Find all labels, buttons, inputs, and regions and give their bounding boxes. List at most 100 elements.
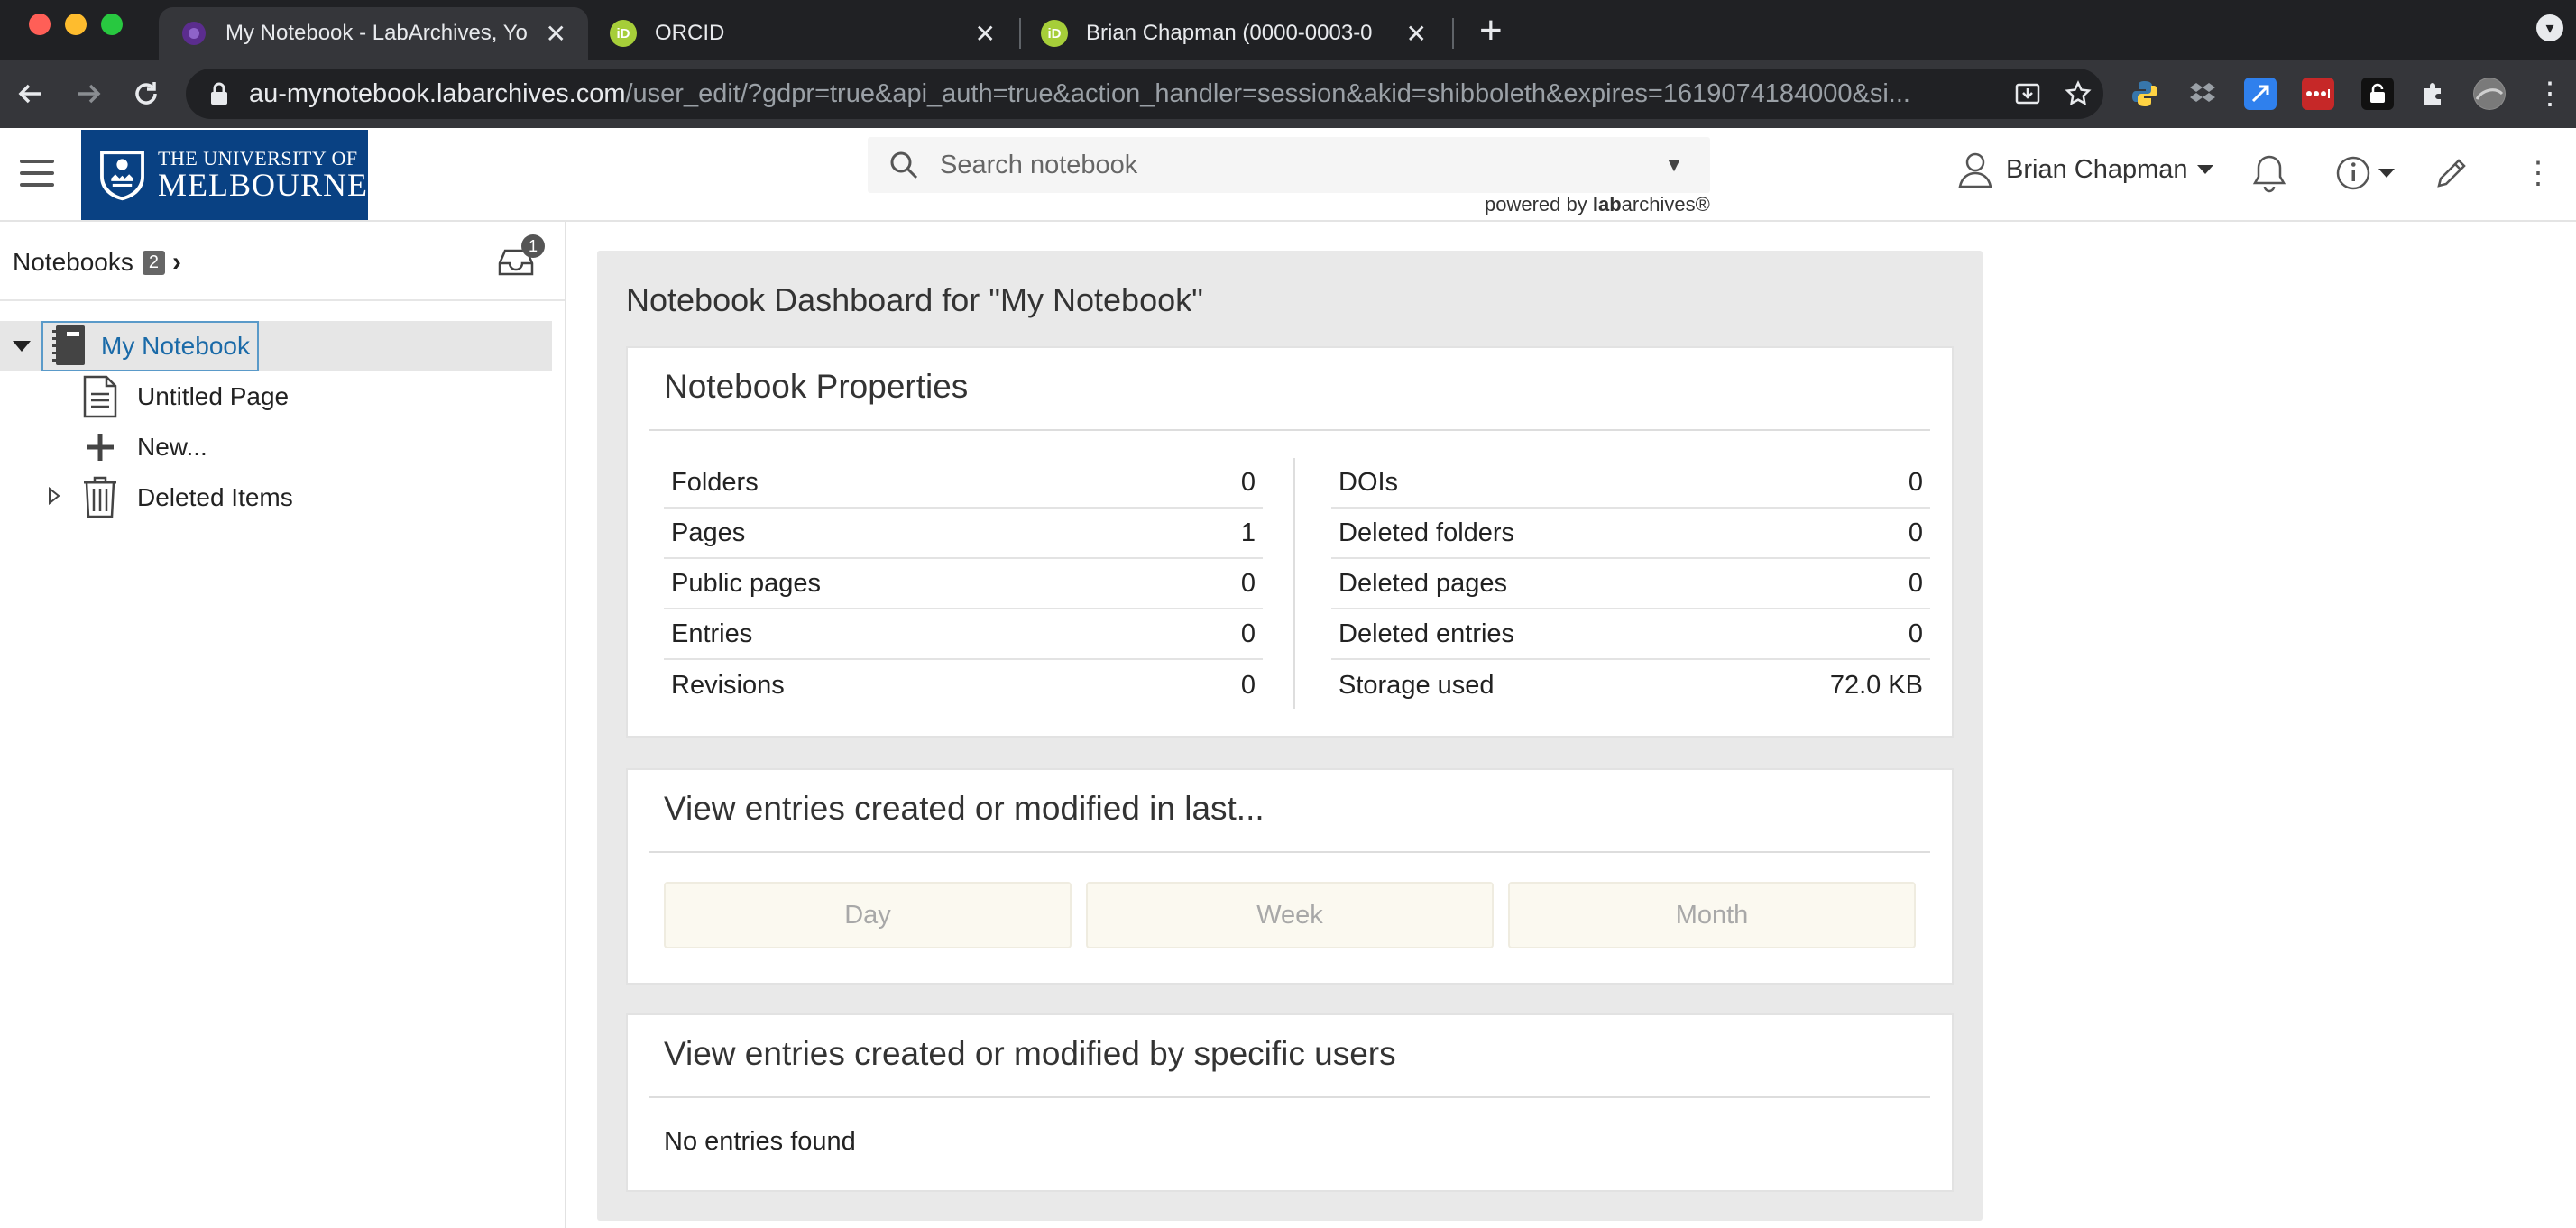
dropbox-extension-icon[interactable]	[2186, 78, 2219, 110]
card-divider	[649, 429, 1930, 431]
property-label: Entries	[671, 619, 753, 648]
back-arrow-icon[interactable]	[11, 74, 51, 114]
inbox-count-badge: 1	[521, 234, 545, 258]
property-row: Deleted folders 0	[1331, 509, 1930, 559]
property-value: 0	[1908, 568, 1923, 598]
university-logo[interactable]: THE UNIVERSITY OF MELBOURNE	[81, 130, 368, 220]
more-options-icon[interactable]: ⋮	[2516, 151, 2560, 195]
property-label: Deleted entries	[1339, 619, 1515, 648]
new-tab-icon[interactable]: +	[1479, 11, 1503, 50]
property-label: Deleted folders	[1339, 518, 1515, 547]
expand-triangle-icon[interactable]	[43, 485, 65, 507]
powered-lab: lab	[1592, 193, 1622, 215]
property-value: 0	[1240, 568, 1256, 598]
page-document-icon	[83, 375, 117, 418]
install-app-icon[interactable]	[2002, 69, 2053, 119]
collapse-triangle-icon[interactable]	[11, 335, 32, 357]
labarchives-favicon-icon	[180, 20, 207, 47]
property-row: Revisions 0	[664, 660, 1263, 710]
search-icon[interactable]	[868, 150, 940, 180]
help-info-icon[interactable]	[2332, 151, 2397, 195]
tree-item-deleted-items[interactable]: Deleted Items	[81, 474, 293, 521]
notebooks-header: Notebooks 2 › 1	[0, 222, 565, 301]
tab-close-icon[interactable]: ✕	[975, 19, 996, 49]
help-dropdown-caret-icon	[2378, 169, 2395, 178]
edit-pencil-icon[interactable]	[2430, 151, 2473, 195]
property-value: 72.0 KB	[1829, 670, 1923, 700]
resize-extension-icon[interactable]	[2244, 78, 2277, 110]
property-label: Pages	[671, 518, 746, 547]
tab-search-chevron-icon[interactable]: ▾	[2536, 14, 2563, 41]
search-options-dropdown-icon[interactable]: ▼	[1638, 153, 1710, 177]
notifications-bell-icon[interactable]	[2248, 151, 2291, 195]
browser-toolbar: au-mynotebook.labarchives.com/user_edit/…	[0, 60, 2576, 128]
tree-item-untitled-page[interactable]: Untitled Page	[81, 373, 289, 420]
property-label: Revisions	[671, 670, 785, 700]
property-row: DOIs 0	[1331, 458, 1930, 509]
user-menu[interactable]: Brian Chapman	[1955, 150, 2213, 189]
user-icon	[1958, 152, 1992, 188]
property-label: Folders	[671, 467, 759, 497]
tab-close-icon[interactable]: ✕	[1406, 19, 1427, 49]
property-value: 0	[1908, 619, 1923, 648]
logo-line-2: MELBOURNE	[158, 166, 368, 203]
property-row: Storage used 72.0 KB	[1331, 660, 1930, 710]
card-title: Notebook Properties	[664, 368, 969, 405]
forward-arrow-icon[interactable]	[69, 74, 108, 114]
browser-tab-my-notebook[interactable]: My Notebook - LabArchives, Yo ✕	[159, 7, 588, 60]
dashboard-title: Notebook Dashboard for "My Notebook"	[626, 281, 1203, 318]
tab-title: ORCID	[655, 21, 725, 45]
tab-title: Brian Chapman (0000-0003-0	[1086, 21, 1373, 45]
trash-icon	[84, 476, 116, 518]
browser-tab-orcid[interactable]: iD ORCID ✕	[588, 7, 1017, 60]
card-title: View entries created or modified by spec…	[664, 1035, 1396, 1072]
powered-suffix: archives®	[1621, 193, 1710, 215]
period-month-button[interactable]: Month	[1508, 882, 1916, 948]
password-manager-extension-icon[interactable]	[2361, 78, 2394, 110]
lock-icon[interactable]	[206, 80, 233, 107]
property-value: 0	[1240, 467, 1256, 497]
lastpass-extension-icon[interactable]	[2302, 78, 2334, 110]
bookmark-star-icon[interactable]	[2053, 69, 2103, 119]
notebooks-link[interactable]: Notebooks 2 ›	[13, 247, 181, 278]
card-divider	[649, 1096, 1930, 1098]
no-entries-message: No entries found	[664, 1127, 856, 1156]
period-day-button[interactable]: Day	[664, 882, 1072, 948]
user-name: Brian Chapman	[2006, 154, 2188, 184]
tab-close-icon[interactable]: ✕	[546, 19, 566, 49]
property-row: Entries 0	[664, 609, 1263, 660]
orcid-favicon-icon: iD	[1041, 20, 1068, 47]
period-week-button[interactable]: Week	[1086, 882, 1494, 948]
property-value: 0	[1908, 467, 1923, 497]
property-label: Public pages	[671, 568, 822, 598]
tree-item-label: My Notebook	[101, 332, 250, 360]
property-label: Storage used	[1339, 670, 1495, 700]
card-divider	[649, 851, 1930, 853]
hamburger-menu-icon[interactable]	[20, 160, 54, 187]
plus-icon	[87, 434, 114, 461]
window-minimize-button[interactable]	[65, 14, 87, 35]
card-title: View entries created or modified in last…	[664, 790, 1265, 827]
window-zoom-button[interactable]	[101, 14, 123, 35]
url-path: /user_edit/?gdpr=true&api_auth=true&acti…	[625, 78, 1910, 108]
browser-menu-icon[interactable]: ⋮	[2535, 76, 2565, 112]
search-input[interactable]	[940, 150, 1638, 180]
profile-avatar-icon[interactable]	[2473, 78, 2506, 110]
python-extension-icon[interactable]	[2129, 78, 2161, 110]
address-bar[interactable]: au-mynotebook.labarchives.com/user_edit/…	[186, 69, 2103, 119]
tree-item-label: New...	[137, 433, 207, 461]
reload-icon[interactable]	[126, 74, 166, 114]
extensions-puzzle-icon[interactable]	[2417, 78, 2450, 110]
tab-separator	[1452, 18, 1454, 49]
notebook-sidebar: Notebooks 2 › 1 My Notebook Untitled Pag…	[0, 222, 566, 1228]
url-host: au-mynotebook.labarchives.com	[249, 78, 626, 108]
tree-item-label: Deleted Items	[137, 483, 293, 511]
browser-tab-brian-chapman[interactable]: iD Brian Chapman (0000-0003-0 ✕	[1019, 7, 1449, 60]
tree-item-new[interactable]: New...	[81, 424, 207, 471]
tree-item-label: Untitled Page	[137, 382, 290, 410]
app-header: THE UNIVERSITY OF MELBOURNE ▼ powered by…	[0, 128, 2576, 222]
window-close-button[interactable]	[29, 14, 51, 35]
property-row: Deleted entries 0	[1331, 609, 1930, 660]
entries-by-user-card: View entries created or modified by spec…	[626, 1013, 1954, 1192]
url-text: au-mynotebook.labarchives.com/user_edit/…	[249, 79, 2002, 109]
